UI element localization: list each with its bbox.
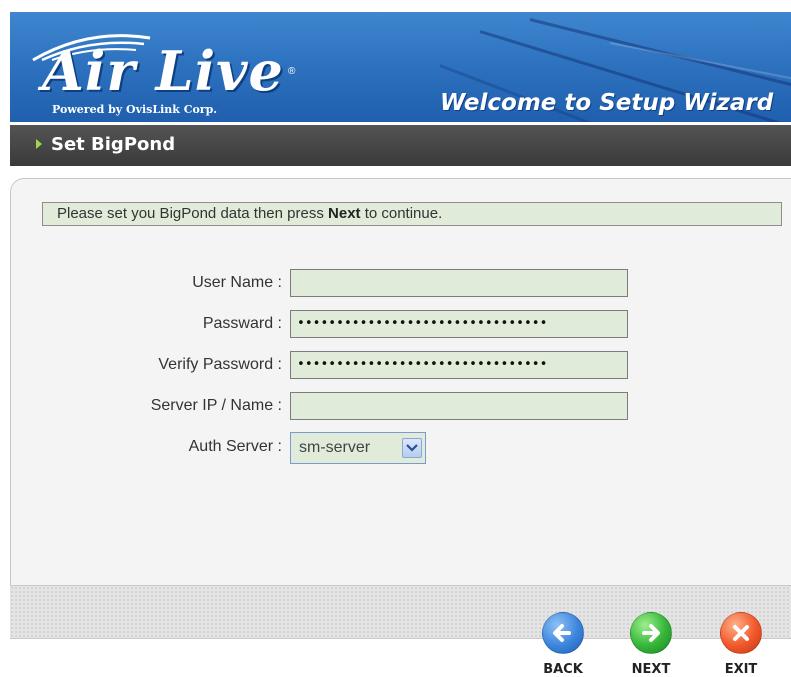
brand-logo: Air Live xyxy=(42,39,284,103)
section-bar: Set BigPond xyxy=(10,125,791,166)
password-input[interactable]: •••••••••••••••••••••••••••••••• xyxy=(290,310,628,338)
instruction-suffix: to continue. xyxy=(360,205,443,222)
arrow-left-icon[interactable] xyxy=(542,612,584,654)
close-icon[interactable] xyxy=(720,612,762,654)
header-banner: Air Live ® Powered by OvisLink Corp. Wel… xyxy=(10,12,791,122)
instruction-prefix: Please set you BigPond data then press xyxy=(57,205,329,222)
content-panel xyxy=(10,178,791,590)
password-label: Passward : xyxy=(202,315,282,332)
exit-button[interactable]: EXIT xyxy=(711,612,771,677)
instruction-emphasis: Next xyxy=(328,205,361,222)
auth-server-select[interactable]: sm-server xyxy=(290,432,426,464)
registered-mark: ® xyxy=(288,66,296,77)
brand-tagline: Powered by OvisLink Corp. xyxy=(52,103,218,116)
user-name-input[interactable] xyxy=(290,269,628,297)
triangle-right-icon xyxy=(36,139,42,149)
auth-server-value: sm-server xyxy=(299,439,371,456)
section-title: Set BigPond xyxy=(51,134,176,155)
server-label: Server IP / Name : xyxy=(150,397,282,414)
auth-server-label: Auth Server : xyxy=(188,438,282,455)
instruction-message: Please set you BigPond data then press N… xyxy=(42,202,782,226)
wizard-title: Welcome to Setup Wizard xyxy=(440,90,774,116)
decorative-stripe xyxy=(609,42,791,94)
next-button[interactable]: NEXT xyxy=(621,612,681,677)
verify-password-label: Verify Password : xyxy=(158,356,282,373)
server-input[interactable] xyxy=(290,392,628,420)
arrow-right-icon[interactable] xyxy=(630,612,672,654)
verify-password-input[interactable]: •••••••••••••••••••••••••••••••• xyxy=(290,351,628,379)
back-button[interactable]: BACK xyxy=(533,612,593,677)
user-name-label: User Name : xyxy=(192,274,282,291)
chevron-down-icon[interactable] xyxy=(402,438,422,458)
